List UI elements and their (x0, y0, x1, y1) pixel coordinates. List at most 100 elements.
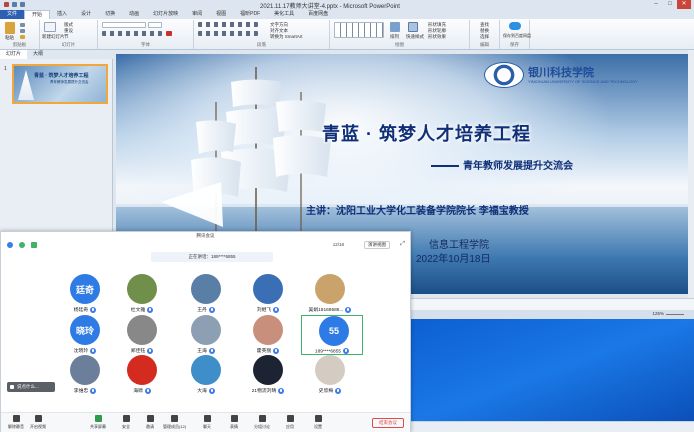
toolbar-button-chat[interactable]: 聊天 (196, 415, 218, 430)
tab-file[interactable]: 文件 (0, 10, 25, 19)
tab-animations[interactable]: 动画 (122, 10, 146, 19)
cut-icon[interactable] (20, 23, 25, 27)
toolbar-button-apps[interactable]: 应用 (279, 415, 301, 430)
tab-slides[interactable]: 幻灯片 (0, 50, 28, 59)
toolbar-button-gear[interactable]: 设置 (307, 415, 329, 430)
participant-tile[interactable]: 55 189****6855 (301, 315, 363, 355)
paste-button[interactable]: 粘贴 (5, 35, 14, 41)
quick-styles-icon[interactable] (408, 22, 418, 32)
toolbar-button-screen-share[interactable]: 共享屏幕 (87, 415, 109, 430)
vertical-scrollbar[interactable] (688, 50, 694, 300)
tab-transitions[interactable]: 切换 (98, 10, 122, 19)
participant-tile[interactable]: 霍英丽 (239, 315, 297, 355)
participant-name: 海啸 (113, 387, 171, 394)
paste-icon[interactable] (5, 22, 15, 34)
end-meeting-button[interactable]: 结束会议 (372, 418, 404, 428)
chat-input[interactable]: 说点什么... (7, 382, 55, 392)
mic-muted-icon (278, 387, 285, 394)
participant-tile[interactable]: 21物流刘晴 (239, 355, 297, 395)
ribbon: 粘贴 剪贴板 新建幻灯片 版式 重设 节 幻灯片 字体 文字方向 对齐文本 转换 (0, 19, 694, 50)
tab-baidu-netdisk[interactable]: 百度网盘 (301, 10, 335, 19)
minimize-icon[interactable]: – (649, 0, 663, 9)
maximize-icon[interactable]: □ (663, 0, 677, 9)
participant-tile[interactable]: 王海 (177, 315, 235, 355)
participant-tile[interactable]: 刘继飞 (239, 274, 297, 314)
window-title: 2021.11.17教师大讲堂-4.pptx - Microsoft Power… (260, 4, 400, 10)
section-button[interactable]: 节 (64, 34, 69, 40)
participant-tile[interactable]: 史欣梅 (301, 355, 359, 395)
toolbar-button-invite[interactable]: 邀请 (139, 415, 161, 430)
slide-thumbnail[interactable]: 青蓝 · 筑梦人才培养工程 青年教师发展提升交流会 (12, 64, 108, 104)
group-slides: 新建幻灯片 版式 重设 节 幻灯片 (40, 20, 98, 49)
zoom-slider[interactable] (666, 314, 684, 315)
copy-icon[interactable] (20, 29, 25, 33)
toolbar-button-emoji[interactable]: 表情 (223, 415, 245, 430)
tab-design[interactable]: 设计 (74, 10, 98, 19)
cloud-icon[interactable] (509, 22, 521, 30)
close-icon[interactable]: ✕ (677, 0, 691, 9)
font-size-select[interactable] (148, 22, 162, 28)
group-label: 编辑 (480, 42, 489, 47)
new-slide-button[interactable]: 新建幻灯片 (42, 34, 65, 40)
save-to-netdisk-button[interactable]: 保存到百度网盘 (503, 33, 531, 39)
zoom-level[interactable]: 125% (652, 311, 664, 316)
smartart-button[interactable]: 转换为 SmartArt (270, 34, 303, 40)
arrange-button[interactable]: 排列 (390, 34, 399, 40)
quick-access-toolbar[interactable] (4, 2, 25, 7)
participant-tile[interactable]: 吴娟18169586... (301, 274, 359, 314)
participant-tile[interactable]: 晓玲 沈晓玲 (56, 315, 114, 355)
arrange-icon[interactable] (390, 22, 400, 32)
participant-name: 李维忠 (56, 387, 114, 394)
toolbar-label: 聊天 (203, 424, 211, 429)
tab-review[interactable]: 审阅 (185, 10, 209, 19)
toolbar-button-breakout[interactable]: 分组讨论 (251, 415, 273, 430)
participant-tile[interactable]: 海啸 (113, 355, 171, 395)
group-label: 绘图 (395, 42, 404, 47)
toolbar-button-shield[interactable]: 安全 (115, 415, 137, 430)
tab-beautify[interactable]: 美化工具 (267, 10, 301, 19)
members-icon (170, 415, 178, 422)
toolbar-button-camera[interactable]: 开启视频 (27, 415, 49, 430)
participant-name-text: 大海 (197, 389, 207, 394)
tab-outline[interactable]: 大纲 (27, 50, 49, 59)
fullscreen-icon[interactable]: ⤢ (400, 241, 405, 248)
toolbar-label: 管理成员(12) (163, 424, 187, 429)
participant-tile[interactable]: 王丹 (177, 274, 235, 314)
shape-effects-button[interactable]: 形状效果 (428, 34, 446, 40)
shapes-gallery[interactable] (334, 22, 384, 38)
participant-tile[interactable]: 廷奇 杨廷奇 (56, 274, 114, 314)
info-icon[interactable] (7, 242, 13, 248)
security-icon[interactable] (19, 242, 25, 248)
toolbar-label: 表情 (230, 424, 238, 429)
undo-icon[interactable] (20, 2, 25, 7)
tab-view[interactable]: 视图 (209, 10, 233, 19)
participant-name-text: 吴娟18169586... (308, 308, 344, 313)
toolbar-button-mic[interactable]: 解除静音 (5, 415, 27, 430)
participant-tile[interactable]: 大海 (177, 355, 235, 395)
font-color-icon[interactable] (166, 31, 172, 36)
tab-foxit-pdf[interactable]: 福昕PDF (233, 10, 267, 19)
layout-button[interactable]: 演讲视图 (364, 241, 390, 249)
format-painter-icon[interactable] (20, 35, 25, 39)
toolbar-button-members[interactable]: 管理成员(12) (163, 415, 187, 430)
list-buttons[interactable] (198, 22, 258, 27)
select-button[interactable]: 选择 (480, 34, 489, 40)
participant-tile[interactable]: 郑佳钰 (113, 315, 171, 355)
ribbon-tabs: 文件 开始 插入 设计 切换 动画 幻灯片放映 审阅 视图 福昕PDF 美化工具… (0, 10, 694, 19)
tab-home[interactable]: 开始 (24, 10, 51, 19)
participant-tile[interactable]: 杜文雅 (113, 274, 171, 314)
save-icon[interactable] (12, 2, 17, 7)
group-label: 段落 (257, 42, 266, 47)
toolbar-label: 解除静音 (8, 424, 24, 429)
participant-tile[interactable]: 李维忠 (56, 355, 114, 395)
group-editing: 查找 替换 选择 编辑 (470, 20, 500, 49)
alignment-buttons[interactable] (198, 31, 258, 36)
tab-insert[interactable]: 插入 (50, 10, 74, 19)
tab-slideshow[interactable]: 幻灯片放映 (146, 10, 185, 19)
font-style-buttons[interactable] (102, 31, 162, 36)
new-slide-icon[interactable] (44, 22, 56, 32)
font-name-select[interactable] (102, 22, 146, 28)
quick-styles-button[interactable]: 快速样式 (406, 34, 424, 40)
group-paragraph: 文字方向 对齐文本 转换为 SmartArt 段落 (194, 20, 330, 49)
notes-pane[interactable] (410, 298, 694, 310)
